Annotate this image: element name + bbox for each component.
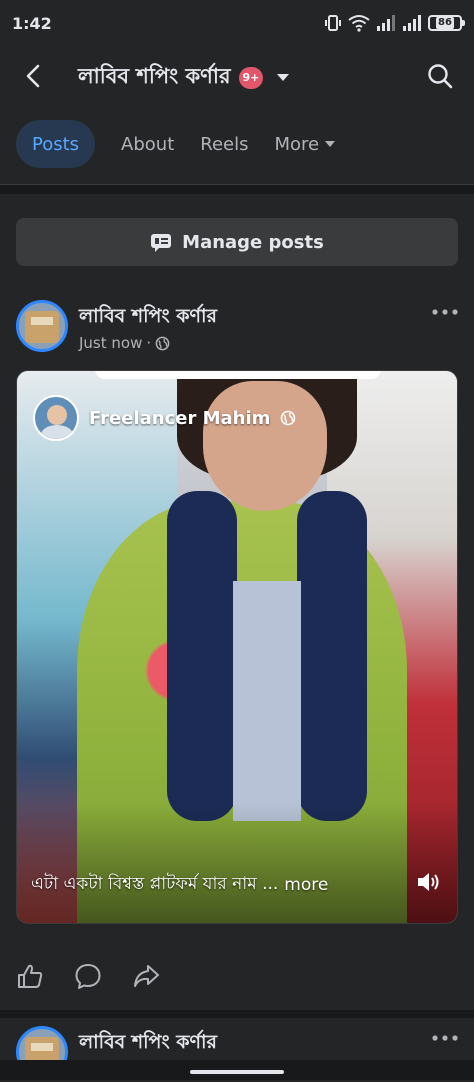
caption-text: এটা একটা বিশ্বস্ত প্লাটফর্ম যার নাম ... <box>31 871 278 899</box>
meta-separator: · <box>146 334 151 352</box>
signal-1-icon <box>376 14 396 32</box>
page-title: লাবিব শপিং কর্ণার <box>78 60 231 95</box>
creator-avatar <box>33 395 79 441</box>
home-indicator[interactable] <box>190 1070 284 1074</box>
video-frame-shape <box>167 491 237 821</box>
status-icons: 86 <box>324 14 462 32</box>
video-frame-shape <box>297 491 367 821</box>
comment-icon[interactable] <box>74 962 102 990</box>
section-divider <box>0 1010 474 1018</box>
manage-posts-icon <box>150 232 172 252</box>
notification-badge: 9+ <box>239 67 264 89</box>
like-icon[interactable] <box>16 962 44 990</box>
tab-label: More <box>275 134 320 155</box>
chevron-down-icon <box>325 141 335 147</box>
vibrate-icon <box>324 14 342 32</box>
battery-level: 86 <box>436 17 454 29</box>
post-author[interactable]: লাবিব শপিং কর্ণার <box>79 302 217 334</box>
video-creator[interactable]: Freelancer Mahim <box>33 395 296 441</box>
post-video[interactable]: Freelancer Mahim এটা একটা বিশ্বস্ত প্লাট… <box>16 370 458 924</box>
post-header: লাবিব শপিং কর্ণার Just now · <box>16 300 458 356</box>
avatar[interactable] <box>16 300 68 352</box>
tab-label: About <box>121 134 174 155</box>
more-options-icon[interactable] <box>432 1034 458 1042</box>
page-tabs: Posts About Reels More <box>16 120 335 168</box>
post-timestamp[interactable]: Just now <box>79 334 142 352</box>
manage-posts-label: Manage posts <box>182 232 324 253</box>
tab-label: Reels <box>200 134 248 155</box>
video-shade <box>17 803 458 923</box>
globe-icon <box>155 336 170 351</box>
tab-more[interactable]: More <box>275 120 336 168</box>
page-header: লাবিব শপিং কর্ণার 9+ <box>0 50 474 104</box>
share-icon[interactable] <box>132 962 160 990</box>
chevron-down-icon <box>277 74 289 81</box>
tab-posts[interactable]: Posts <box>16 120 95 168</box>
video-frame-shape <box>233 581 301 821</box>
signal-2-icon <box>402 14 422 32</box>
video-frame-shape <box>95 370 381 379</box>
tab-label: Posts <box>32 134 79 155</box>
tab-about[interactable]: About <box>121 120 174 168</box>
post-meta: Just now · <box>79 334 170 352</box>
status-bar: 1:42 86 <box>0 0 474 46</box>
wifi-icon <box>348 14 370 32</box>
battery-icon: 86 <box>428 15 462 31</box>
post-author[interactable]: লাবিব শপিং কর্ণার <box>79 1028 217 1060</box>
volume-icon[interactable] <box>415 869 441 895</box>
back-arrow-icon[interactable] <box>20 62 48 90</box>
globe-icon <box>280 410 296 426</box>
section-divider <box>0 184 474 194</box>
search-icon[interactable] <box>426 62 454 90</box>
post-actions <box>16 962 160 990</box>
status-time: 1:42 <box>12 14 52 33</box>
manage-posts-button[interactable]: Manage posts <box>16 218 458 266</box>
video-caption[interactable]: এটা একটা বিশ্বস্ত প্লাটফর্ম যার নাম ... … <box>31 871 328 899</box>
page-title-button[interactable]: লাবিব শপিং কর্ণার 9+ <box>78 60 289 95</box>
more-options-icon[interactable] <box>432 308 458 316</box>
creator-name: Freelancer Mahim <box>89 408 270 429</box>
tab-reels[interactable]: Reels <box>200 120 248 168</box>
caption-more-link[interactable]: more <box>284 875 328 895</box>
